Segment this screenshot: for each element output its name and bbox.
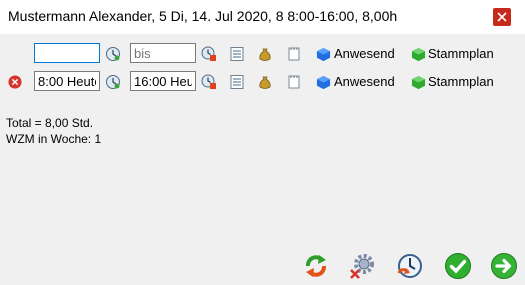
from-time-input[interactable]: [34, 71, 100, 91]
status-link[interactable]: Anwesend: [334, 74, 395, 89]
plan-link[interactable]: Stammplan: [428, 74, 494, 89]
time-settings-icon[interactable]: [396, 252, 424, 280]
to-time-input[interactable]: [130, 71, 196, 91]
title-bar: Mustermann Alexander, 5 Di, 14. Jul 2020…: [0, 0, 525, 34]
delete-row-icon[interactable]: [8, 75, 22, 89]
from-time-input[interactable]: [34, 43, 100, 63]
money-bag-icon[interactable]: [257, 46, 273, 62]
status-link[interactable]: Anwesend: [334, 46, 395, 61]
money-bag-icon[interactable]: [257, 74, 273, 90]
window-title: Mustermann Alexander, 5 Di, 14. Jul 2020…: [8, 8, 398, 24]
notepad-icon[interactable]: [286, 74, 302, 90]
ok-checkmark-icon[interactable]: [444, 252, 472, 280]
close-button[interactable]: [479, 0, 525, 34]
clock-icon[interactable]: [105, 74, 121, 90]
total-hours-text: Total = 8,00 Std.: [6, 116, 94, 130]
refresh-icon[interactable]: [302, 252, 330, 280]
notepad-icon[interactable]: [286, 46, 302, 62]
clock-icon[interactable]: [105, 46, 121, 62]
next-arrow-icon[interactable]: [490, 252, 518, 280]
plan-link[interactable]: Stammplan: [428, 46, 494, 61]
close-icon: [493, 8, 511, 26]
list-icon[interactable]: [229, 46, 245, 62]
green-cube-icon: [411, 47, 426, 62]
blue-cube-icon: [316, 47, 331, 62]
to-time-input[interactable]: [130, 43, 196, 63]
clock-delete-icon[interactable]: [201, 46, 217, 62]
time-entry-row-2: Anwesend Stammplan: [0, 70, 525, 94]
wzm-week-text: WZM in Woche: 1: [6, 132, 102, 146]
list-icon[interactable]: [229, 74, 245, 90]
blue-cube-icon: [316, 75, 331, 90]
time-entry-row-1: Anwesend Stammplan: [0, 42, 525, 66]
clock-delete-icon[interactable]: [201, 74, 217, 90]
green-cube-icon: [411, 75, 426, 90]
settings-cancel-icon[interactable]: [349, 252, 377, 280]
